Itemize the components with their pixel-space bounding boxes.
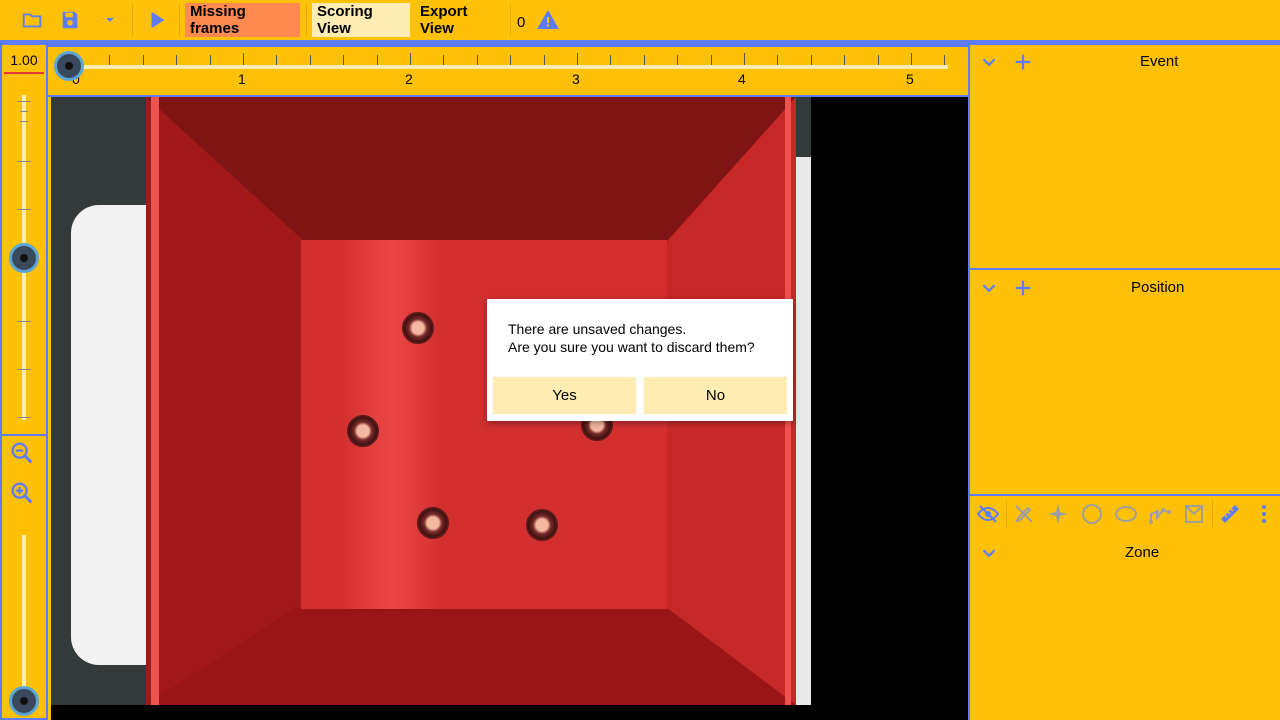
timeline-tick bbox=[744, 53, 745, 65]
timeline-tick bbox=[911, 53, 912, 65]
toolbar-separator bbox=[510, 4, 511, 36]
add-event-icon[interactable] bbox=[1012, 51, 1034, 73]
timeline-tick bbox=[644, 55, 645, 65]
toolbar-separator bbox=[306, 4, 307, 36]
timeline-label: 5 bbox=[906, 71, 914, 87]
polyline-icon[interactable] bbox=[1148, 502, 1172, 526]
timeline-tick bbox=[711, 55, 712, 65]
toolbar-separator bbox=[1212, 500, 1213, 528]
zoom-out-icon[interactable] bbox=[8, 439, 36, 467]
timeline-tick bbox=[343, 55, 344, 65]
timeline-tick bbox=[443, 55, 444, 65]
folder-icon[interactable] bbox=[20, 8, 44, 32]
timeline-tick bbox=[310, 55, 311, 65]
timeline-tick bbox=[477, 55, 478, 65]
zoom-panel: 1.00 bbox=[0, 45, 48, 720]
toolbar-separator bbox=[179, 4, 180, 36]
zoom-tick bbox=[20, 111, 28, 112]
volume-slider-handle[interactable] bbox=[9, 686, 39, 716]
ruler-icon[interactable] bbox=[1218, 502, 1242, 526]
timeline-tick bbox=[777, 55, 778, 65]
zoom-tick bbox=[17, 209, 31, 210]
volume-slider-track[interactable] bbox=[22, 535, 26, 695]
arena-object bbox=[347, 415, 379, 447]
caret-down-icon[interactable] bbox=[98, 8, 122, 32]
toolbar: Missing frames Scoring View Export View … bbox=[0, 0, 1280, 40]
timeline-tick bbox=[811, 55, 812, 65]
timeline-tick bbox=[377, 55, 378, 65]
warning-icon[interactable] bbox=[536, 8, 560, 32]
timeline-tick bbox=[544, 55, 545, 65]
position-section-title: Position bbox=[1131, 279, 1185, 296]
more-vert-icon[interactable] bbox=[1252, 502, 1276, 526]
zoom-tick bbox=[17, 321, 31, 322]
timeline-tick bbox=[109, 55, 110, 65]
add-position-icon[interactable] bbox=[1012, 277, 1034, 299]
export-view-button[interactable]: Export View bbox=[415, 3, 505, 37]
ellipse-icon[interactable] bbox=[1114, 502, 1138, 526]
play-icon[interactable] bbox=[145, 8, 169, 32]
zoom-tick bbox=[17, 369, 31, 370]
timeline[interactable]: 0 1 2 3 4 5 bbox=[48, 45, 970, 97]
timeline-tick bbox=[143, 55, 144, 65]
timeline-tick bbox=[510, 55, 511, 65]
scoring-view-button[interactable]: Scoring View bbox=[312, 3, 410, 37]
sidebar-divider bbox=[970, 268, 1280, 270]
zoom-value-underline bbox=[4, 72, 44, 74]
timeline-label: 1 bbox=[238, 71, 246, 87]
zoom-value: 1.00 bbox=[10, 52, 38, 68]
timeline-tick bbox=[577, 53, 578, 65]
timeline-tick bbox=[677, 55, 678, 65]
zone-section-header: Zone bbox=[970, 536, 1280, 570]
toolbar-separator bbox=[1006, 500, 1007, 528]
event-section-header: Event bbox=[970, 45, 1280, 79]
discard-changes-dialog: There are unsaved changes. Are you sure … bbox=[487, 299, 793, 421]
timeline-label: 3 bbox=[572, 71, 580, 87]
dialog-message-line2: Are you sure you want to discard them? bbox=[508, 339, 755, 355]
dialog-message-line1: There are unsaved changes. bbox=[508, 321, 687, 337]
save-icon[interactable] bbox=[58, 8, 82, 32]
timeline-tick bbox=[944, 55, 945, 65]
warning-count: 0 bbox=[517, 14, 526, 31]
visibility-off-icon[interactable] bbox=[976, 502, 1000, 526]
toolbar-separator bbox=[132, 4, 133, 36]
zone-section-title: Zone bbox=[1125, 544, 1160, 561]
sparkle-icon[interactable] bbox=[1046, 502, 1070, 526]
timeline-tick bbox=[410, 53, 411, 65]
timeline-tick bbox=[878, 55, 879, 65]
timeline-tick bbox=[276, 55, 277, 65]
zoom-tick bbox=[17, 417, 31, 418]
zone-toolbar bbox=[970, 496, 1280, 532]
arena-object bbox=[417, 507, 449, 539]
timeline-tick bbox=[243, 53, 244, 65]
timeline-label: 2 bbox=[405, 71, 413, 87]
annotation-sidebar: Event Position Zone bbox=[968, 45, 1280, 720]
yes-button[interactable]: Yes bbox=[493, 377, 636, 414]
timeline-tick bbox=[844, 55, 845, 65]
timeline-tick bbox=[210, 55, 211, 65]
chevron-down-icon[interactable] bbox=[978, 51, 1000, 73]
timeline-track[interactable] bbox=[68, 65, 948, 69]
arena-object bbox=[402, 312, 434, 344]
zoom-slider-handle[interactable] bbox=[9, 243, 39, 273]
polygon-icon[interactable] bbox=[1182, 502, 1206, 526]
no-button[interactable]: No bbox=[644, 377, 787, 414]
zoom-panel-divider bbox=[2, 434, 46, 436]
chevron-down-icon[interactable] bbox=[978, 542, 1000, 564]
circle-icon[interactable] bbox=[1080, 502, 1104, 526]
timeline-label: 4 bbox=[738, 71, 746, 87]
timeline-playhead[interactable] bbox=[54, 51, 84, 81]
timeline-tick bbox=[610, 55, 611, 65]
arena-object bbox=[526, 509, 558, 541]
zoom-tick bbox=[17, 161, 31, 162]
timeline-tick bbox=[176, 55, 177, 65]
chevron-down-icon[interactable] bbox=[978, 277, 1000, 299]
zoom-tick bbox=[17, 101, 31, 102]
position-section-header: Position bbox=[970, 271, 1280, 305]
pen-off-icon[interactable] bbox=[1012, 502, 1036, 526]
event-section-title: Event bbox=[1140, 53, 1179, 70]
missing-frames-button[interactable]: Missing frames bbox=[185, 3, 300, 37]
zoom-in-icon[interactable] bbox=[8, 479, 36, 507]
zoom-tick bbox=[20, 121, 28, 122]
